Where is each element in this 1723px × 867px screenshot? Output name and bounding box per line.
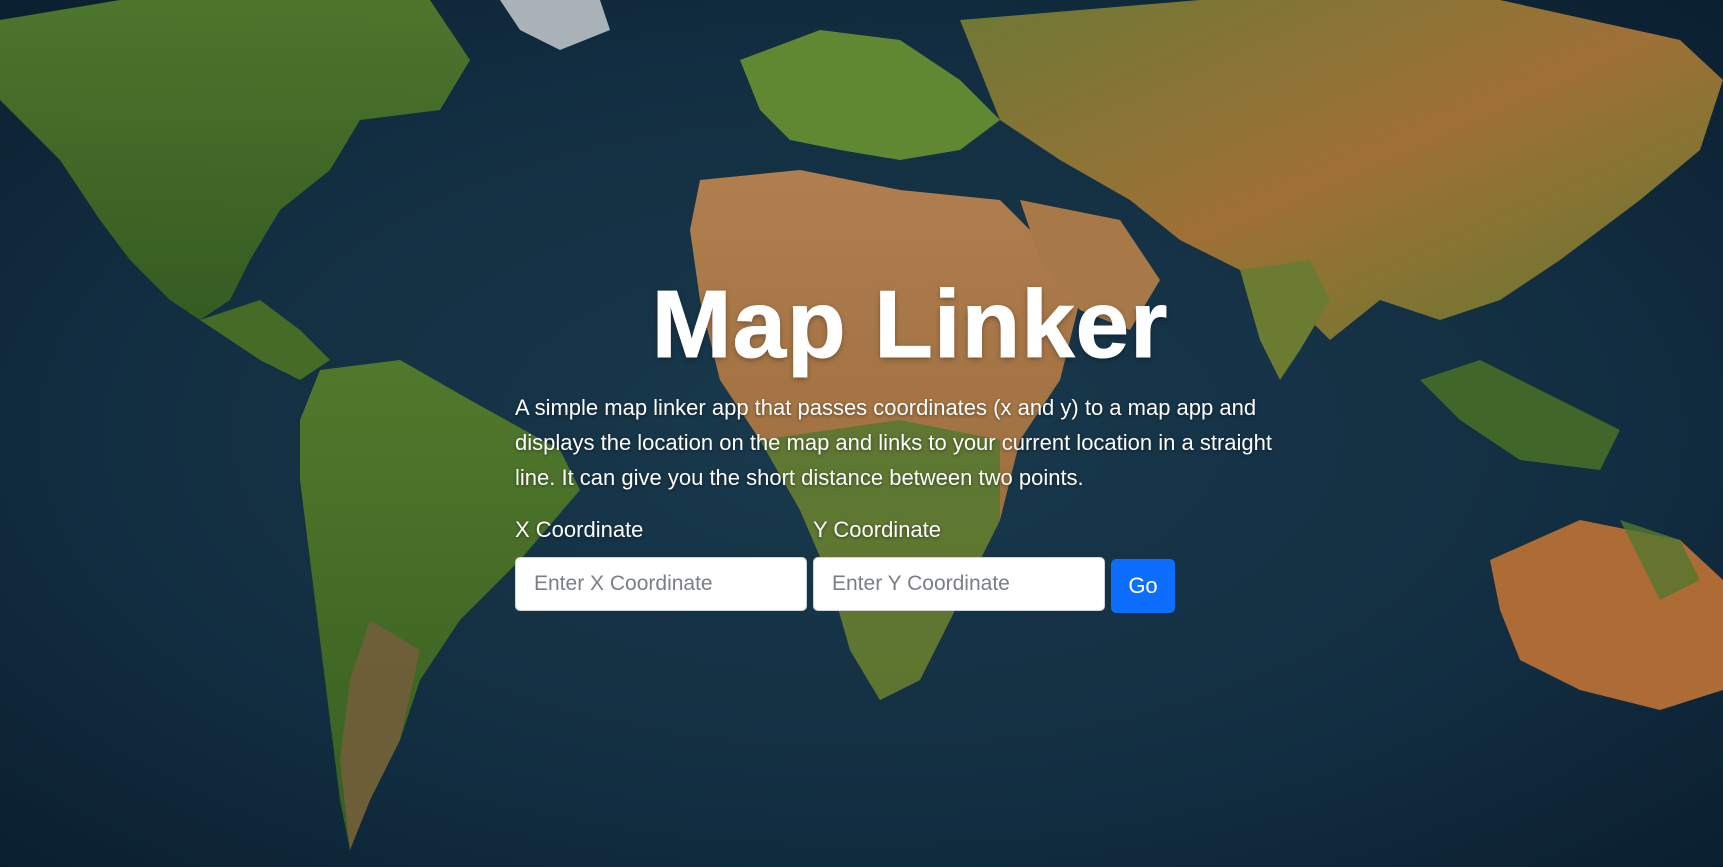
coordinate-form: X Coordinate Y Coordinate Go xyxy=(515,515,1305,613)
x-coordinate-label: X Coordinate xyxy=(515,517,644,542)
hero-section: Map Linker A simple map linker app that … xyxy=(515,270,1305,613)
go-button[interactable]: Go xyxy=(1111,559,1175,613)
page-title: Map Linker xyxy=(651,271,1169,379)
app-description: A simple map linker app that passes coor… xyxy=(515,395,1272,490)
y-coordinate-input[interactable] xyxy=(813,557,1105,611)
y-coordinate-label: Y Coordinate xyxy=(813,517,942,542)
y-coordinate-field: Y Coordinate xyxy=(813,515,1105,611)
x-coordinate-input[interactable] xyxy=(515,557,807,611)
x-coordinate-field: X Coordinate xyxy=(515,515,807,611)
